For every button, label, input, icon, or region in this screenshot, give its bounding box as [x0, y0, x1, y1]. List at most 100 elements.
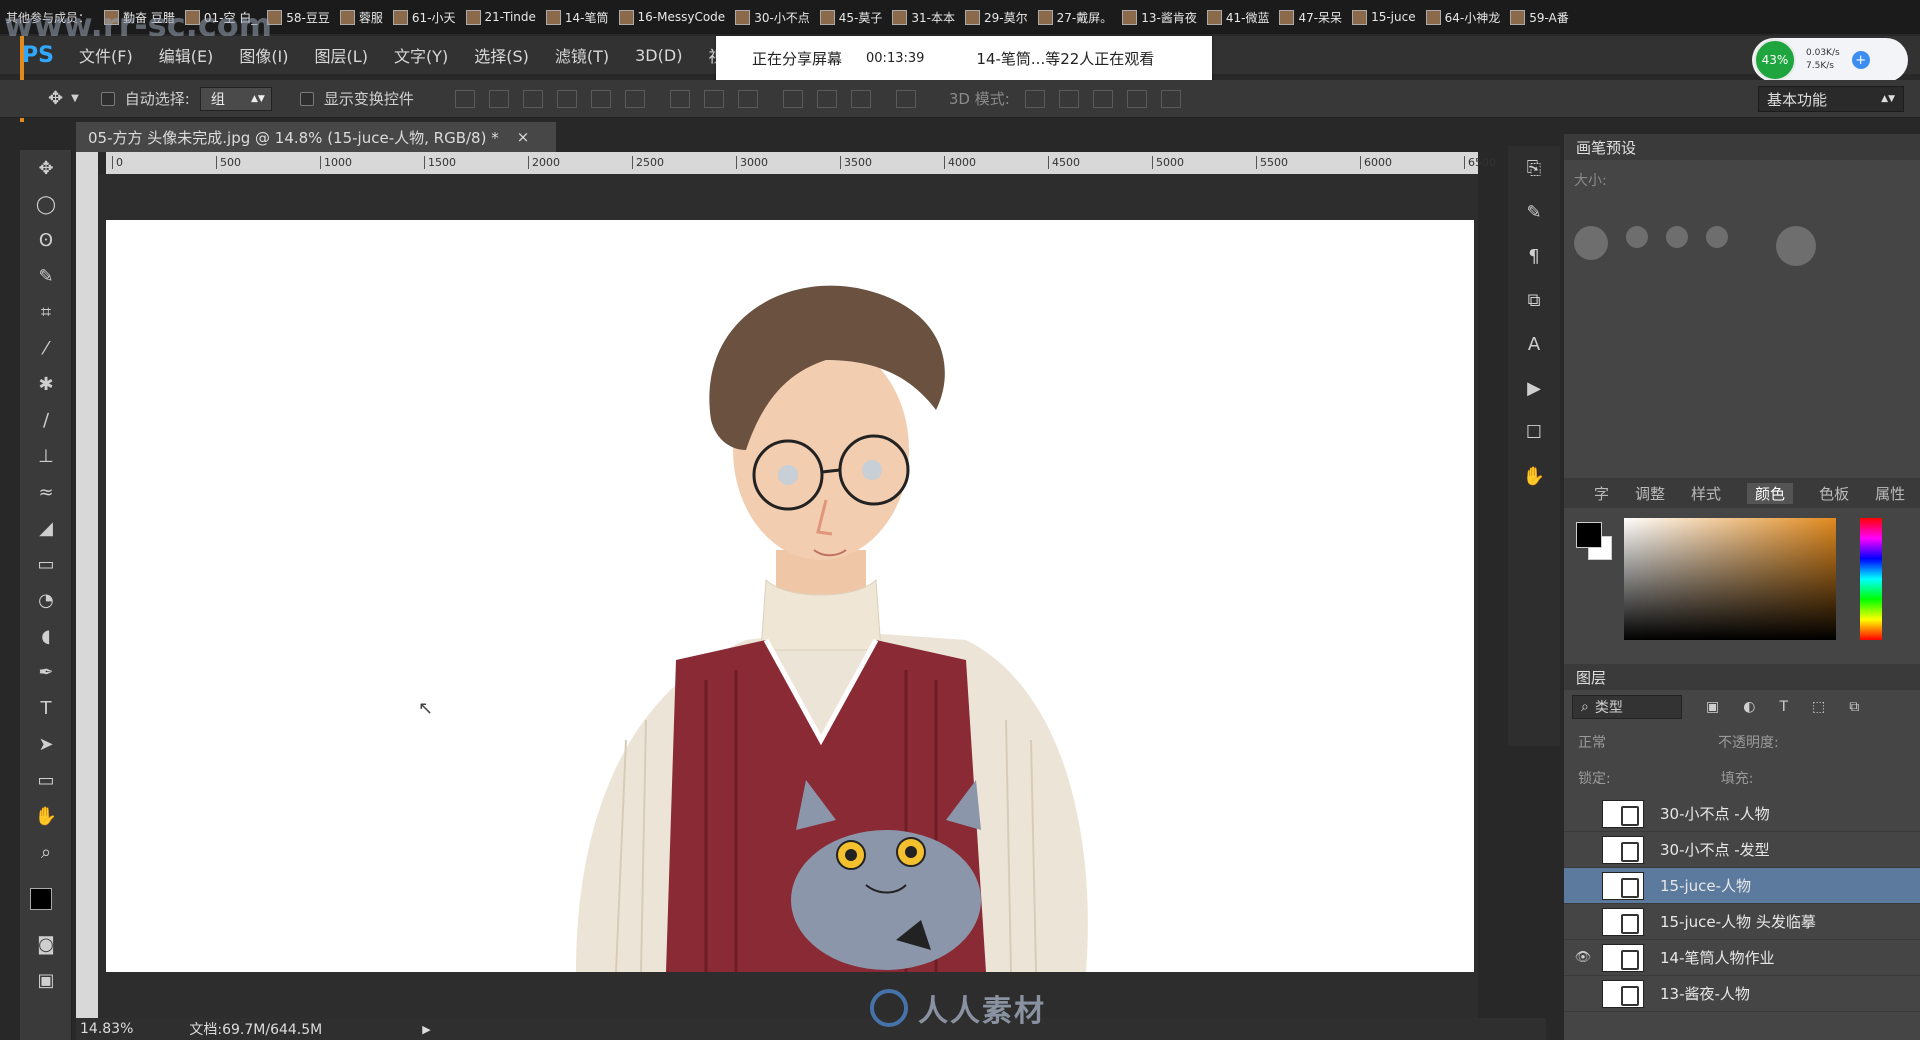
participant-item[interactable]: 16-MessyCode	[618, 9, 725, 25]
tab-properties[interactable]: 属性	[1875, 483, 1905, 504]
participant-item[interactable]: 21-Tinde	[465, 9, 536, 25]
participant-item[interactable]: 47-呆呆	[1279, 9, 1342, 26]
quick-select-tool-icon[interactable]: ✎	[20, 258, 72, 294]
color-field[interactable]	[1624, 518, 1836, 640]
participant-item[interactable]: 15-juce	[1352, 9, 1416, 25]
auto-select-checkbox[interactable]	[100, 91, 115, 106]
shape-filter-icon[interactable]: ⬚	[1812, 699, 1825, 715]
align-right-icon[interactable]	[624, 89, 645, 108]
status-menu-arrow-icon[interactable]: ▶	[422, 1023, 430, 1036]
gradient-tool-icon[interactable]: ▭	[20, 546, 72, 582]
layer-row[interactable]: 30-小不点 -人物	[1564, 796, 1920, 832]
quick-mask-icon[interactable]: ◙	[20, 926, 72, 962]
layer-row[interactable]: 👁 14-笔筒人物作业	[1564, 940, 1920, 976]
menu-3d[interactable]: 3D(D)	[622, 46, 695, 65]
smart-object-filter-icon[interactable]: ⧉	[1849, 699, 1859, 715]
scale-3d-icon[interactable]	[1160, 89, 1181, 108]
screen-mode-icon[interactable]: ▣	[20, 962, 72, 998]
participant-item[interactable]: 61-小天	[392, 9, 456, 26]
tab-color[interactable]: 颜色	[1747, 482, 1794, 504]
artwork-canvas[interactable]	[106, 220, 1474, 972]
auto-align-icon[interactable]	[895, 89, 916, 108]
align-left-icon[interactable]	[556, 89, 577, 108]
shape-tool-icon[interactable]: ▭	[20, 762, 72, 798]
participant-item[interactable]: 59-A番	[1510, 9, 1569, 26]
path-select-tool-icon[interactable]: ➤	[20, 726, 72, 762]
tab-adjustments[interactable]: 调整	[1635, 483, 1665, 504]
blur-tool-icon[interactable]: ◔	[20, 582, 72, 618]
vertical-ruler[interactable]	[76, 152, 98, 1032]
distribute-top-icon[interactable]	[669, 89, 690, 108]
pen-tool-icon[interactable]: ✒	[20, 654, 72, 690]
adjustment-filter-icon[interactable]: ◐	[1743, 699, 1755, 715]
distribute-vcenter-icon[interactable]	[703, 89, 724, 108]
distribute-right-icon[interactable]	[850, 89, 871, 108]
tab-swatches[interactable]: 色板	[1819, 483, 1849, 504]
hand-tool-icon[interactable]: ✋	[20, 798, 72, 834]
pan-3d-icon[interactable]	[1092, 89, 1113, 108]
brush-tip[interactable]	[1626, 226, 1648, 248]
brush-tips[interactable]	[1574, 226, 1816, 266]
dodge-tool-icon[interactable]: ◖	[20, 618, 72, 654]
zoom-tool-icon[interactable]: ⌕	[20, 834, 72, 870]
menu-image[interactable]: 图像(I)	[226, 43, 301, 67]
stamp-tool-icon[interactable]: ⊥	[20, 438, 72, 474]
slide-3d-icon[interactable]	[1126, 89, 1147, 108]
distribute-hcenter-icon[interactable]	[816, 89, 837, 108]
clone-source-icon[interactable]: ⧉	[1508, 278, 1560, 322]
network-widget[interactable]: 43% 0.03K/s 7.5K/s +	[1752, 38, 1908, 82]
participant-item[interactable]: 31-本本	[892, 9, 955, 26]
brush-tip[interactable]	[1666, 226, 1688, 248]
brush-tip[interactable]	[1706, 226, 1728, 248]
participant-item[interactable]: 27-戴屏。	[1037, 9, 1112, 26]
history-icon[interactable]: ⎘	[1508, 146, 1560, 190]
chevron-down-icon[interactable]: ▼	[71, 93, 79, 104]
align-hcenter-icon[interactable]	[590, 89, 611, 108]
distribute-bottom-icon[interactable]	[737, 89, 758, 108]
participant-item[interactable]: 41-微蓝	[1206, 9, 1269, 26]
menu-layer[interactable]: 图层(L)	[302, 43, 381, 67]
tab-character[interactable]: 字	[1594, 483, 1609, 504]
character-icon[interactable]: A	[1508, 322, 1560, 366]
align-vcenter-icon[interactable]	[488, 89, 509, 108]
layer-row[interactable]: 30-小不点 -发型	[1564, 832, 1920, 868]
menu-file[interactable]: 文件(F)	[66, 43, 146, 67]
align-top-icon[interactable]	[454, 89, 475, 108]
pixel-filter-icon[interactable]: ▣	[1706, 699, 1719, 715]
layer-row[interactable]: 13-酱夜-人物	[1564, 976, 1920, 1012]
participant-item[interactable]: 58-豆豆	[267, 9, 330, 26]
eraser-tool-icon[interactable]: ◢	[20, 510, 72, 546]
participant-item[interactable]: 13-酱肯夜	[1122, 9, 1197, 26]
eyedropper-tool-icon[interactable]: ⁄	[20, 330, 72, 366]
participant-item[interactable]: 30-小不点	[735, 9, 810, 26]
participant-item[interactable]: 45-莫子	[819, 9, 882, 26]
move-tool-icon[interactable]: ✥	[48, 88, 63, 109]
timeline-icon[interactable]: ▶	[1508, 366, 1560, 410]
participant-item[interactable]: 14-笔筒	[545, 9, 609, 26]
foreground-color[interactable]	[30, 888, 52, 910]
distribute-left-icon[interactable]	[782, 89, 803, 108]
eye-icon[interactable]: 👁	[1564, 950, 1602, 965]
color-swatches[interactable]	[20, 870, 71, 926]
hue-slider[interactable]	[1860, 518, 1882, 640]
brush-settings-icon[interactable]: ✎	[1508, 190, 1560, 234]
participant-item[interactable]: 29-莫尔	[965, 9, 1028, 26]
menu-type[interactable]: 文字(Y)	[381, 43, 461, 67]
document-tab[interactable]: 05-方方 头像未完成.jpg @ 14.8% (15-juce-人物, RGB…	[76, 122, 556, 152]
brush-tool-icon[interactable]: ∕	[20, 402, 72, 438]
workspace-dropdown[interactable]: 基本功能 ▲▼	[1758, 86, 1904, 112]
history-brush-tool-icon[interactable]: ≈	[20, 474, 72, 510]
zoom-level[interactable]: 14.83%	[80, 1021, 133, 1037]
layer-row[interactable]: 15-juce-人物 头发临摹	[1564, 904, 1920, 940]
menu-select[interactable]: 选择(S)	[461, 43, 542, 67]
horizontal-ruler[interactable]: 0 500 1000 1500 2000 2500 3000 3500 4000 4500 5000…	[106, 152, 1496, 174]
rotate-3d-icon[interactable]	[1024, 89, 1045, 108]
blend-mode-dropdown[interactable]: 正常	[1578, 732, 1708, 752]
crop-tool-icon[interactable]: ⌗	[20, 294, 72, 330]
roll-3d-icon[interactable]	[1058, 89, 1079, 108]
layer-filter-dropdown[interactable]: ⌕ 类型	[1572, 695, 1682, 719]
brush-tip[interactable]	[1776, 226, 1816, 266]
show-transform-checkbox[interactable]	[299, 91, 314, 106]
close-icon[interactable]: ×	[517, 128, 530, 146]
type-tool-icon[interactable]: T	[20, 690, 72, 726]
